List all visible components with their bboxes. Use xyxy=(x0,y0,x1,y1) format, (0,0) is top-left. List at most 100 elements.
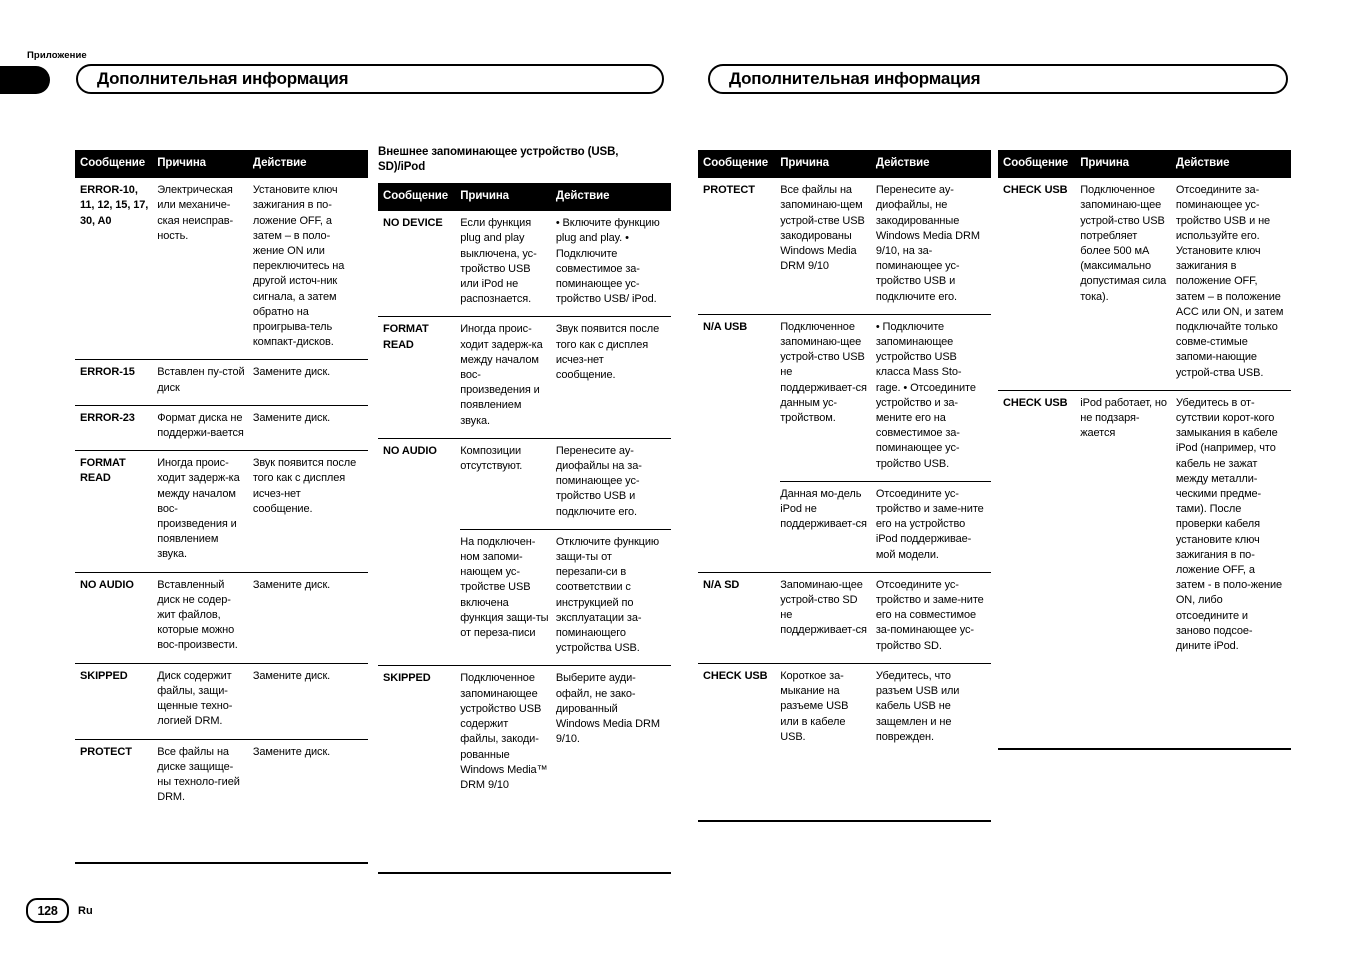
chapter-title-left: Дополнительная информация xyxy=(97,69,349,88)
cell-action: Перенесите ау-диофайлы на за-поминающее … xyxy=(555,437,671,530)
table-row: FORMAT READ Иногда проис-ходит задерж-ка… xyxy=(378,316,671,439)
cell-cause: Если функция plug and play выключена, ус… xyxy=(460,217,537,306)
section-tab-marker xyxy=(0,66,50,94)
cell-message: SKIPPED xyxy=(378,665,461,803)
error-message-table-external-cont: Сообщение Причина Действие PROTECT Все ф… xyxy=(698,150,991,754)
col-header-action: Действие xyxy=(1175,150,1291,179)
chapter-heading-left: Дополнительная информация xyxy=(76,64,664,94)
table-header-row: Сообщение Причина Действие xyxy=(998,150,1291,179)
cell-action: Отсоедините за-поминающее ус-тройство US… xyxy=(1175,184,1284,379)
cell-action: Убедитесь, что разъем USB или кабель USB… xyxy=(875,662,991,754)
table-row: CHECK USB iPod работает, но не подзаря-ж… xyxy=(998,389,1291,664)
table-row: NO DEVICE Если функция plug and play вык… xyxy=(378,211,671,317)
cell-cause: Иногда проис-ходит задерж-ка между начал… xyxy=(460,316,556,439)
cell-message: ERROR-23 xyxy=(75,404,158,451)
cell-action: Отсоедините ус-тройство и заме-ните его … xyxy=(875,480,991,573)
table-header-row: Сообщение Причина Действие xyxy=(75,150,368,179)
table-bottom-rule-external xyxy=(378,872,671,874)
cell-cause: Композиции отсутствуют. xyxy=(460,437,556,530)
col-header-message: Сообщение xyxy=(698,150,781,179)
col-header-action: Действие xyxy=(252,150,368,179)
cell-cause: Вставлен пу-стой диск xyxy=(157,359,253,406)
col-header-action: Действие xyxy=(875,150,991,179)
cell-action: Перенесите ау-диофайлы, не закодированны… xyxy=(875,184,980,303)
table-row-continuation: На подключен-ном запоми-нающем ус-тройст… xyxy=(378,528,671,666)
table-row: ERROR-15 Вставлен пу-стой диск Замените … xyxy=(75,359,368,406)
table-row: NO AUDIO Композиции отсутствуют. Перенес… xyxy=(378,437,671,530)
language-code: Ru xyxy=(78,904,93,917)
cell-message: ERROR-10, 11, 12, 15, 17, 30, A0 xyxy=(80,184,149,227)
col-header-action: Действие xyxy=(555,183,671,212)
cell-cause: Все файлы на диске защище-ны техноло-гие… xyxy=(157,738,253,815)
col-header-cause: Причина xyxy=(157,150,253,179)
cell-message xyxy=(698,481,780,572)
table-header-row: Сообщение Причина Действие xyxy=(378,183,671,212)
cell-action: Замените диск. xyxy=(252,662,368,739)
cell-action: Замените диск. xyxy=(252,738,368,815)
cell-action: Выберите ауди-офайл, не зако-дированный … xyxy=(555,665,671,803)
error-message-table-external-cont2: Сообщение Причина Действие CHECK USB Под… xyxy=(998,150,1291,664)
cell-action: Убедитесь в от-сутствии корот-кого замык… xyxy=(1175,389,1291,664)
cell-action: Отключите функцию защи-ты от перезапи-си… xyxy=(555,528,671,666)
cell-message: CHECK USB xyxy=(998,389,1081,664)
table-row: SKIPPED Диск содержит файлы, защи-щенные… xyxy=(75,662,368,739)
cell-cause: Вставленный диск не содер-жит файлов, ко… xyxy=(157,571,253,664)
cell-message: FORMAT READ xyxy=(378,316,461,439)
page-number: 128 xyxy=(26,898,69,923)
cell-cause: Подключенное запоминаю-щее устрой-ство U… xyxy=(1080,184,1167,303)
cell-message: PROTECT xyxy=(75,738,158,815)
cell-cause: Подключенное запоминаю-щее устрой-ство U… xyxy=(780,313,876,482)
cell-action: • Подключите запоминающее устройство USB… xyxy=(875,313,991,482)
cell-message: NO AUDIO xyxy=(378,437,461,530)
col-header-cause: Причина xyxy=(780,150,876,179)
section-tab-label: Приложение xyxy=(27,50,87,61)
cell-cause: На подключен-ном запоми-нающем ус-тройст… xyxy=(460,528,556,666)
table-row: CHECK USB Подключенное запоминаю-щее уст… xyxy=(998,178,1291,390)
cell-cause: Все файлы на запоминаю-щем устрой-стве U… xyxy=(780,184,865,273)
col-header-message: Сообщение xyxy=(75,150,158,179)
cell-action: • Включите функцию plug and play. • Подк… xyxy=(555,217,660,306)
cell-cause: Запоминаю-щее устрой-ство SD не поддержи… xyxy=(780,571,876,664)
manual-page: Приложение Дополнительная информация Доп… xyxy=(0,0,1352,954)
chapter-heading-right: Дополнительная информация xyxy=(708,64,1288,94)
cell-action: Замените диск. xyxy=(252,571,368,664)
cell-cause: Диск содержит файлы, защи-щенные техно-л… xyxy=(157,662,253,739)
table-row-continuation: Данная мо-дель iPod не поддерживает-ся О… xyxy=(698,480,991,573)
cell-message: N/A SD xyxy=(698,571,781,664)
chapter-title-right: Дополнительная информация xyxy=(729,69,981,88)
table-row: PROTECT Все файлы на запоминаю-щем устро… xyxy=(698,178,991,314)
cell-message xyxy=(378,529,460,666)
table-row: NO AUDIO Вставленный диск не содер-жит ф… xyxy=(75,571,368,664)
cell-message: CHECK USB xyxy=(698,662,781,754)
cell-action: Замените диск. xyxy=(252,404,368,451)
table-row: ERROR-23 Формат диска не поддержи-вается… xyxy=(75,404,368,451)
table-row: FORMAT READ Иногда проис-ходит задерж-ка… xyxy=(75,450,368,573)
col-header-message: Сообщение xyxy=(998,150,1081,179)
cell-cause: iPod работает, но не подзаря-жается xyxy=(1080,389,1176,664)
cell-cause: Короткое за-мыкание на разъеме USB или в… xyxy=(780,662,876,754)
table-row: N/A USB Подключенное запоминаю-щее устро… xyxy=(698,313,991,482)
cell-message: N/A USB xyxy=(698,313,781,482)
col-header-cause: Причина xyxy=(1080,150,1176,179)
col-header-message: Сообщение xyxy=(378,183,461,212)
cell-action: Установите ключ зажигания в по-ложение O… xyxy=(252,184,345,349)
cell-cause: Данная мо-дель iPod не поддерживает-ся xyxy=(780,480,876,573)
cell-action: Замените диск. xyxy=(252,359,368,406)
table-row: PROTECT Все файлы на диске защище-ны тех… xyxy=(75,738,368,815)
cell-message: PROTECT xyxy=(703,184,755,197)
cell-message: NO AUDIO xyxy=(75,571,158,664)
table-row: ERROR-10, 11, 12, 15, 17, 30, A0 Электри… xyxy=(75,178,368,360)
col-header-cause: Причина xyxy=(460,183,556,212)
cell-cause: Иногда проис-ходит задерж-ка между начал… xyxy=(157,450,253,573)
error-message-table-external: Сообщение Причина Действие NO DEVICE Есл… xyxy=(378,183,671,803)
cell-cause: Электрическая или механиче-ская неисправ… xyxy=(157,184,234,242)
cell-cause: Формат диска не поддержи-вается xyxy=(157,404,253,451)
error-message-table-cd: Сообщение Причина Действие ERROR-10, 11,… xyxy=(75,150,368,815)
table-bottom-rule-external-cont2 xyxy=(998,748,1291,750)
table-bottom-rule-external-cont xyxy=(698,820,991,822)
cell-action: Звук появится после того как с дисплея и… xyxy=(252,450,368,573)
table-row: N/A SD Запоминаю-щее устрой-ство SD не п… xyxy=(698,571,991,664)
cell-cause: Подключенное запоминающее устройство USB… xyxy=(460,665,556,803)
page-footer: 128 Ru xyxy=(26,898,93,923)
cell-action: Звук появится после того как с дисплея и… xyxy=(555,316,671,439)
